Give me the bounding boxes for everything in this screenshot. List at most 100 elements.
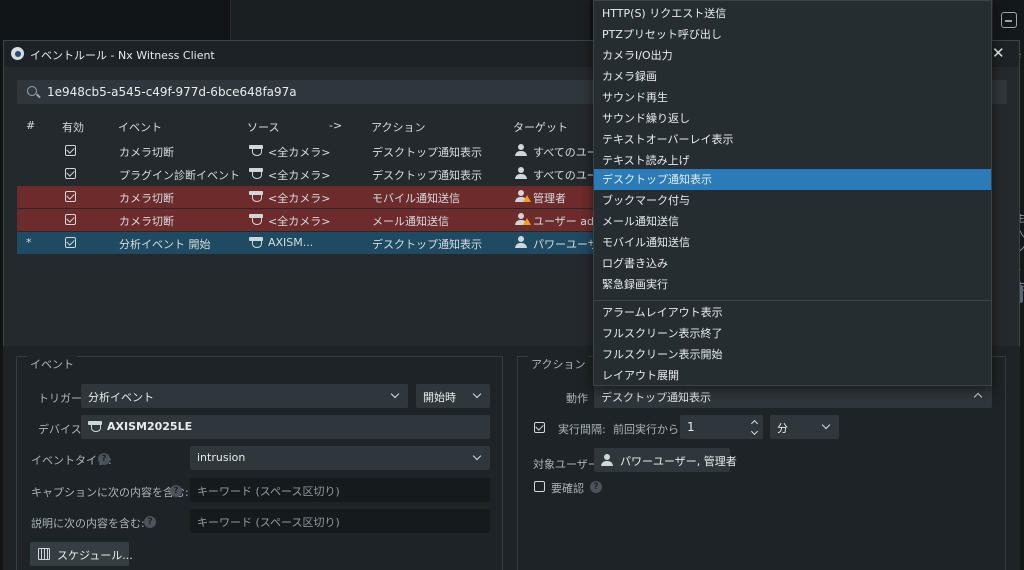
- column-header-action[interactable]: アクション: [371, 119, 425, 135]
- table-row[interactable]: カメラ切断 <全カメラ> メール通知送信 ユーザー admi: [17, 209, 608, 231]
- warning-icon: [523, 195, 531, 202]
- row-event: カメラ切断: [119, 146, 174, 159]
- interval-stepper[interactable]: 1: [680, 415, 763, 439]
- camera-icon: [249, 168, 263, 179]
- interval-unit-value: 分: [777, 422, 788, 435]
- chevron-down-icon: [390, 389, 400, 399]
- panel-toggle-icon[interactable]: [1001, 12, 1017, 28]
- background-tab: [230, 0, 590, 40]
- menu-item[interactable]: カメラ録画: [594, 66, 991, 87]
- chevron-up-icon: [973, 392, 983, 402]
- enabled-checkbox[interactable]: [65, 191, 76, 202]
- table-row[interactable]: カメラ切断 <全カメラ> モバイル通知送信 管理者: [17, 186, 607, 208]
- schedule-button-label: スケジュール...: [57, 549, 133, 562]
- menu-item[interactable]: テキストオーバーレイ表示: [594, 129, 991, 150]
- chevron-down-icon: [472, 389, 482, 399]
- action-label: 動作: [566, 392, 588, 405]
- enabled-checkbox[interactable]: [65, 145, 76, 156]
- row-source: <全カメラ>: [268, 215, 331, 228]
- device-label: デバイス: [38, 423, 82, 436]
- column-header-target[interactable]: ターゲット: [513, 119, 568, 135]
- table-row[interactable]: カメラ切断 <全カメラ> デスクトップ通知表示 すべてのユーザ: [17, 140, 609, 162]
- row-event: カメラ切断: [119, 192, 174, 205]
- dialog-title: イベントルール - Nx Witness Client: [30, 49, 215, 62]
- warning-icon: [523, 218, 531, 225]
- description-placeholder: キーワード (スペース区切り): [197, 516, 340, 529]
- trigger-select[interactable]: 分析イベント: [81, 384, 408, 408]
- menu-item[interactable]: ブックマーク付与: [594, 190, 991, 211]
- caption-keyword-input[interactable]: キーワード (スペース区切り): [190, 478, 490, 502]
- column-header-source[interactable]: ソース: [247, 119, 279, 135]
- table-row-selected[interactable]: * 分析イベント 開始 AXISM... デスクトップ通知表示 パワーユーザー,: [17, 232, 613, 254]
- search-icon: [27, 86, 37, 96]
- schedule-button[interactable]: スケジュール...: [30, 542, 133, 566]
- event-panel-title: イベント: [27, 356, 77, 372]
- trigger-label: トリガー: [38, 392, 82, 405]
- table-row[interactable]: プラグイン診断イベント <全カメラ> デスクトップ通知表示 すべてのユーザ: [17, 163, 609, 185]
- row-event: プラグイン診断イベント: [119, 169, 240, 182]
- column-header-arrow: ->: [329, 119, 343, 132]
- column-header-num[interactable]: #: [26, 119, 35, 132]
- interval-sublabel: 前回実行から: [613, 423, 679, 436]
- trigger-state-select[interactable]: 開始時: [416, 384, 490, 408]
- menu-item[interactable]: アラームレイアウト表示: [594, 302, 991, 323]
- column-header-event[interactable]: イベント: [118, 119, 162, 135]
- users-icon: [515, 144, 529, 156]
- device-selector[interactable]: AXISM2025LE: [81, 415, 490, 439]
- help-icon[interactable]: ?: [144, 516, 156, 528]
- close-icon[interactable]: ✕: [992, 44, 1005, 62]
- row-source: <全カメラ>: [268, 192, 331, 205]
- row-source: <全カメラ>: [268, 169, 331, 182]
- menu-item[interactable]: 緊急録画実行: [594, 274, 991, 295]
- menu-item[interactable]: ログ書き込み: [594, 253, 991, 274]
- row-event: 分析イベント 開始: [119, 238, 211, 251]
- users-icon: [515, 167, 529, 179]
- menu-item[interactable]: カメラI/O出力: [594, 45, 991, 66]
- interval-unit-select[interactable]: 分: [770, 415, 839, 439]
- menu-item[interactable]: サウンド繰り返し: [594, 108, 991, 129]
- camera-icon: [249, 191, 263, 202]
- row-action: デスクトップ通知表示: [372, 238, 482, 251]
- require-confirm-checkbox[interactable]: [534, 481, 545, 492]
- search-value: 1e948cb5-a545-c49f-977d-6bce648fa97a: [47, 85, 297, 99]
- users-icon: [601, 454, 615, 466]
- enabled-checkbox[interactable]: [65, 168, 76, 179]
- row-num: *: [26, 236, 32, 249]
- camera-icon: [249, 145, 263, 156]
- chevron-down-icon: [821, 420, 831, 430]
- interval-checkbox[interactable]: [534, 422, 545, 433]
- interval-label: 実行間隔:: [558, 423, 606, 436]
- menu-item[interactable]: モバイル通知送信: [594, 232, 991, 253]
- help-icon[interactable]: ?: [98, 453, 110, 465]
- caption-placeholder: キーワード (スペース区切り): [197, 485, 340, 498]
- event-type-value: intrusion: [197, 451, 246, 464]
- row-target: 管理者: [533, 192, 566, 205]
- action-select[interactable]: デスクトップ通知表示: [594, 384, 992, 408]
- help-icon[interactable]: ?: [170, 485, 182, 497]
- calendar-icon: [38, 548, 50, 560]
- menu-item[interactable]: メール通知送信: [594, 211, 991, 232]
- camera-icon: [88, 421, 102, 432]
- menu-item[interactable]: フルスクリーン表示開始: [594, 344, 991, 365]
- menu-item-selected[interactable]: デスクトップ通知表示: [594, 169, 991, 190]
- target-users-button[interactable]: パワーユーザー, 管理者: [594, 448, 737, 472]
- enabled-checkbox[interactable]: [65, 214, 76, 225]
- users-icon: [515, 236, 529, 248]
- menu-item[interactable]: HTTP(S) リクエスト送信: [594, 3, 991, 24]
- action-panel-title: アクション: [528, 356, 589, 372]
- menu-item[interactable]: フルスクリーン表示終了: [594, 323, 991, 344]
- event-type-select[interactable]: intrusion: [190, 446, 490, 470]
- trigger-value: 分析イベント: [88, 391, 154, 404]
- action-dropdown-menu: HTTP(S) リクエスト送信 PTZプリセット呼び出し カメラI/O出力 カメ…: [593, 0, 992, 386]
- menu-item[interactable]: サウンド再生: [594, 87, 991, 108]
- menu-item[interactable]: レイアウト展開: [594, 365, 991, 386]
- enabled-checkbox[interactable]: [65, 237, 76, 248]
- row-action: モバイル通知送信: [372, 192, 460, 205]
- menu-item[interactable]: テキスト読み上げ: [594, 150, 991, 171]
- row-action: メール通知送信: [372, 215, 449, 228]
- trigger-state-value: 開始時: [423, 391, 456, 404]
- column-header-enabled[interactable]: 有効: [62, 119, 84, 135]
- description-keyword-input[interactable]: キーワード (スペース区切り): [190, 509, 490, 533]
- menu-item[interactable]: PTZプリセット呼び出し: [594, 24, 991, 45]
- help-icon[interactable]: ?: [590, 481, 602, 493]
